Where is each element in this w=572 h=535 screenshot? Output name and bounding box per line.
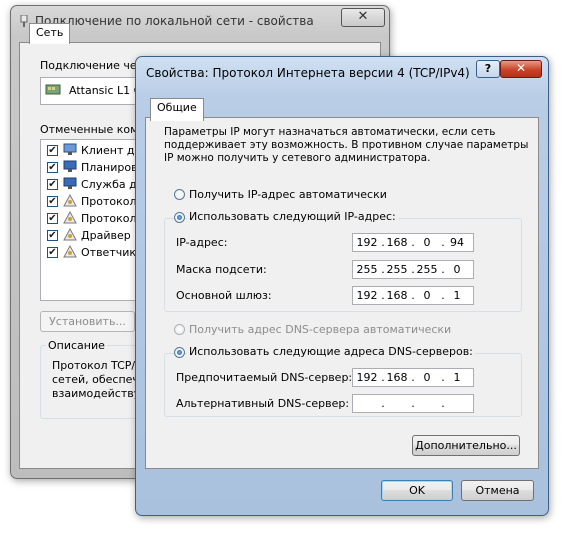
ip-dot: .	[381, 371, 385, 384]
ip-octet[interactable]: 192	[355, 371, 379, 384]
ip-octet[interactable]: 1	[445, 289, 469, 302]
advanced-button[interactable]: Дополнительно...	[412, 435, 520, 456]
help-icon: ?	[484, 62, 492, 75]
ip-dot: .	[441, 289, 445, 302]
ip-dot: .	[381, 236, 385, 249]
ip-dot: .	[411, 236, 415, 249]
alternate-dns-label: Альтернативный DNS-сервер:	[176, 397, 350, 410]
ip-dot: .	[381, 263, 385, 276]
ipv4-titlebar[interactable]: Свойства: Протокол Интернета версии 4 (T…	[136, 57, 548, 85]
ip-octet[interactable]: 255	[355, 263, 379, 276]
network-icon	[20, 14, 28, 27]
ip-octet[interactable]: 94	[445, 236, 469, 249]
component-checkbox[interactable]: ✔	[47, 247, 58, 258]
service-icon	[63, 160, 77, 176]
ip-dot: .	[381, 289, 385, 302]
intro-line: поддерживает эту возможность. В противно…	[164, 139, 529, 151]
component-checkbox[interactable]: ✔	[47, 213, 58, 224]
close-icon: ✕	[515, 61, 527, 75]
ip-dot: .	[411, 289, 415, 302]
ip-manual-radio[interactable]	[174, 212, 185, 223]
ip-dot: .	[411, 397, 415, 410]
lan-properties-title: Подключение по локальной сети - свойства	[35, 14, 314, 28]
tab-general[interactable]: Общие	[150, 98, 204, 121]
ip-dot: .	[441, 263, 445, 276]
ip-octet[interactable]: 192	[355, 236, 379, 249]
ok-button[interactable]: OK	[381, 480, 453, 501]
ip-dot: .	[441, 236, 445, 249]
lan-close-button[interactable]: ✕	[341, 8, 385, 27]
preferred-dns-field[interactable]: 192 168 0 1...	[352, 368, 474, 387]
gateway-label: Основной шлюз:	[176, 289, 272, 302]
subnet-field[interactable]: 255 255 255 0...	[352, 260, 474, 279]
ip-octet[interactable]: 168	[385, 289, 409, 302]
ipv4-title: Свойства: Протокол Интернета версии 4 (T…	[146, 66, 470, 80]
ip-octet[interactable]: 255	[415, 263, 439, 276]
tab-general-label: Общие	[157, 101, 197, 114]
subnet-label: Маска подсети:	[176, 263, 267, 276]
intro-text: Параметры IP могут назначаться автоматич…	[164, 126, 528, 165]
ip-dot: .	[381, 397, 385, 410]
ip-dot: .	[441, 397, 445, 410]
ip-dot: .	[411, 371, 415, 384]
ip-octet[interactable]: 0	[415, 371, 439, 384]
ipv4-close-button[interactable]: ✕	[500, 60, 542, 78]
component-checkbox[interactable]: ✔	[47, 230, 58, 241]
help-button[interactable]: ?	[476, 60, 500, 78]
ip-dot: .	[411, 263, 415, 276]
alternate-dns-field[interactable]: ...	[352, 394, 474, 413]
preferred-dns-label: Предпочитаемый DNS-сервер:	[176, 371, 353, 384]
network-adapter-icon	[45, 83, 61, 100]
intro-line: IP можно получить у сетевого администрат…	[164, 152, 431, 164]
ip-address-label: IP-адрес:	[176, 236, 228, 249]
description-label: Описание	[46, 339, 107, 352]
ip-address-field[interactable]: 192 168 0 94...	[352, 233, 474, 252]
ip-octet[interactable]: 0	[415, 236, 439, 249]
ip-octet[interactable]: 0	[445, 263, 469, 276]
ip-dot: .	[441, 371, 445, 384]
ip-octet[interactable]: 0	[415, 289, 439, 302]
cancel-button[interactable]: Отмена	[461, 480, 534, 501]
ip-octet[interactable]: 168	[385, 371, 409, 384]
network-client-icon	[63, 143, 77, 159]
component-checkbox[interactable]: ✔	[47, 196, 58, 207]
ip-octet[interactable]: 168	[385, 236, 409, 249]
ip-octet[interactable]: 192	[355, 289, 379, 302]
ip-auto-radio[interactable]	[174, 189, 185, 200]
tab-network[interactable]: Сеть	[29, 23, 71, 44]
ip-octet[interactable]: 1	[445, 371, 469, 384]
ip-octet[interactable]: 255	[385, 263, 409, 276]
ip-auto-label[interactable]: Получить IP-адрес автоматически	[189, 188, 387, 201]
component-checkbox[interactable]: ✔	[47, 162, 58, 173]
protocol-icon	[63, 227, 77, 244]
install-button[interactable]: Установить...	[40, 311, 135, 332]
gateway-field[interactable]: 192 168 0 1...	[352, 286, 474, 305]
dns-manual-label[interactable]: Использовать следующие адреса DNS-сервер…	[187, 345, 475, 358]
general-panel: Общие Параметры IP могут назначаться авт…	[145, 98, 539, 469]
component-checkbox[interactable]: ✔	[47, 145, 58, 156]
component-checkbox[interactable]: ✔	[47, 179, 58, 190]
tab-network-label: Сеть	[36, 26, 64, 39]
dns-auto-radio[interactable]	[174, 324, 185, 335]
ip-manual-label[interactable]: Использовать следующий IP-адрес:	[187, 210, 398, 223]
dns-manual-radio[interactable]	[174, 347, 185, 358]
protocol-icon	[63, 193, 77, 210]
ipv4-properties-window: Свойства: Протокол Интернета версии 4 (T…	[135, 56, 549, 516]
dns-auto-label[interactable]: Получить адрес DNS-сервера автоматически	[189, 323, 451, 336]
intro-line: Параметры IP могут назначаться автоматич…	[164, 126, 496, 138]
protocol-icon	[63, 244, 77, 261]
protocol-icon	[63, 210, 77, 227]
service-icon	[63, 177, 77, 193]
